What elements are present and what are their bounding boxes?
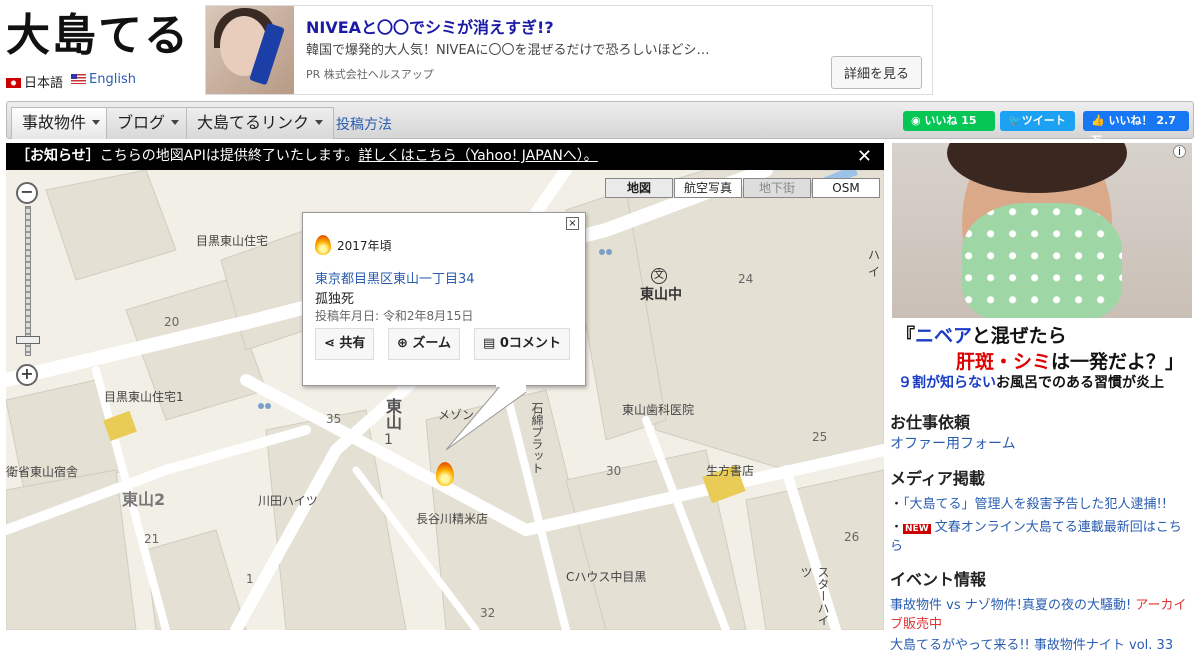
map-type-underground[interactable]: 地下街 — [743, 178, 811, 198]
media-link-bunshun[interactable]: 文春オンライン大島てる連載最新回はこちら — [890, 520, 1182, 554]
map-label: 20 — [164, 315, 180, 329]
map-label: 1 — [384, 432, 393, 448]
map-label: 東山2 — [122, 490, 166, 509]
main-navbar: 事故物件 ブログ 大島てるリンク 投稿方法 ◉ いいね 15 🐦ツイート 👍 い… — [6, 101, 1194, 147]
tweet-button[interactable]: 🐦ツイート — [1000, 111, 1075, 131]
map-label: 25 — [812, 430, 828, 444]
map-label: 文 — [651, 268, 667, 284]
popup-year: 2017年頃 — [337, 238, 392, 253]
map-label: 26 — [844, 530, 860, 544]
popup-comments-button[interactable]: ▤ 0コメント — [474, 328, 570, 360]
map-label: 石綿プラット — [530, 402, 544, 474]
map-label: 東山中 — [640, 287, 682, 303]
map-label: 21 — [144, 532, 160, 546]
japan-flag-icon — [6, 78, 21, 88]
map-label: ハイ — [868, 248, 881, 279]
media-link-arrest[interactable]: 「大島てる」管理人を殺害予告した犯人逮捕!! — [903, 497, 1167, 512]
map-label: 東山歯科医院 — [622, 403, 695, 417]
map-label: 目黒東山住宅1 — [104, 390, 184, 404]
caret-down-icon — [315, 120, 324, 125]
twitter-bird-icon: 🐦 — [1008, 114, 1022, 127]
map-label: 長谷川精米店 — [416, 512, 489, 526]
line-icon: ◉ — [911, 114, 925, 127]
lang-ja[interactable]: 日本語 — [6, 72, 63, 91]
zoom-slider-handle[interactable] — [16, 336, 40, 344]
work-section-title: お仕事依頼 — [890, 413, 971, 432]
thumbs-up-icon: 👍 — [1091, 114, 1109, 127]
ad-info-icon[interactable]: i — [1173, 145, 1186, 158]
map-label: 目黒東山住宅 — [196, 234, 269, 248]
notice-label: ［お知らせ］ — [16, 148, 100, 164]
event-link-1[interactable]: 事故物件 vs ナゾ物件!真夏の夜の大騒動! — [890, 598, 1131, 613]
notice-link[interactable]: 詳しくはこちら（Yahoo! JAPANへ）。 — [358, 148, 597, 164]
incident-popup: × 2017年頃 東京都目黒区東山一丁目34 孤独死 投稿年月日: 令和2年8月… — [302, 212, 586, 386]
map-label: 衛省東山宿舎 — [6, 465, 79, 479]
nav-dropdown-blog[interactable]: ブログ — [106, 107, 191, 139]
popup-pointer — [446, 385, 526, 451]
share-icon: ⋖ — [324, 336, 340, 351]
incident-fire-marker-icon[interactable] — [436, 462, 454, 486]
zoom-in-icon[interactable]: + — [16, 364, 38, 386]
popup-address-link[interactable]: 東京都目黒区東山一丁目34 — [315, 268, 475, 287]
event-section-title: イベント情報 — [890, 570, 987, 589]
event-link-2[interactable]: 大島てるがやって来る!! 事故物件ナイト vol. 33 — [890, 638, 1173, 653]
popup-zoom-button[interactable]: ⊕ ズーム — [388, 328, 461, 360]
map-type-aerial[interactable]: 航空写真 — [674, 178, 742, 198]
nav-dropdown-links[interactable]: 大島てるリンク — [186, 107, 335, 139]
popup-cause: 孤独死 — [315, 292, 355, 307]
notice-text: こちらの地図APIは提供終了いたします。 — [99, 148, 359, 164]
map-label: 川田ハイツ — [258, 494, 318, 508]
caret-down-icon — [171, 120, 180, 125]
notice-close-icon[interactable]: ✕ — [857, 143, 872, 170]
us-flag-icon — [71, 74, 87, 84]
sidebar: i 『ニベアと混ぜたら 肝斑・シミは一発だよ？」 ９割が知らないお風呂でのある習… — [890, 143, 1194, 653]
ad-photo — [892, 143, 1192, 318]
nav-post-method-link[interactable]: 投稿方法 — [336, 114, 392, 134]
map-label: 1 — [246, 572, 254, 586]
language-switcher: 日本語 English — [6, 72, 136, 91]
offer-form-link[interactable]: オファー用フォーム — [890, 436, 1016, 452]
line-like-button[interactable]: ◉ いいね 15 — [903, 111, 995, 131]
new-badge: NEW — [903, 524, 931, 534]
sidebar-ad[interactable]: i 『ニベアと混ぜたら 肝斑・シミは一発だよ？」 ９割が知らないお風呂でのある習… — [890, 143, 1192, 391]
popup-posted-date: 投稿年月日: 令和2年8月15日 — [315, 309, 474, 323]
map-type-osm[interactable]: OSM — [812, 178, 880, 198]
top-ad-banner[interactable]: NIVEAと〇〇でシミが消えすぎ!? 韓国で爆発的大人気！NIVEAに〇〇を混ぜ… — [205, 5, 933, 95]
nav-dropdown-jiko[interactable]: 事故物件 — [11, 107, 112, 139]
ad-image — [206, 6, 294, 94]
map-label: 35 — [326, 412, 342, 426]
lang-en[interactable]: English — [71, 72, 136, 91]
map-label: Cハウス中目黒 — [566, 570, 647, 584]
ad-details-button[interactable]: 詳細を見る — [830, 56, 922, 89]
media-section-title: メディア掲載 — [890, 469, 985, 488]
popup-share-button[interactable]: ⋖ 共有 — [315, 328, 375, 360]
comment-icon: ▤ — [483, 336, 500, 351]
fire-icon — [315, 235, 331, 255]
map-label: スターハイツ — [799, 566, 830, 626]
map-label: 24 — [738, 272, 754, 286]
zoom-out-icon[interactable]: − — [16, 182, 38, 204]
map-label: 生方書店 — [706, 464, 755, 478]
map-type-map[interactable]: 地図 — [605, 178, 673, 198]
map-label: 東山 — [383, 398, 402, 430]
zoom-slider-track[interactable] — [25, 206, 31, 356]
ad-description: 韓国で爆発的大人気！NIVEAに〇〇を混ぜるだけで恐ろしいほどシ… — [306, 43, 710, 58]
magnify-plus-icon: ⊕ — [397, 336, 413, 351]
ad-title[interactable]: NIVEAと〇〇でシミが消えすぎ!? — [306, 14, 554, 38]
map-view[interactable]: 目黒東山住宅 文 東山中 24 20 目黒東山住宅1 東山 1 メゾン 石綿プラ… — [6, 170, 884, 630]
zoom-control: − + — [16, 182, 40, 392]
map-label: 32 — [480, 606, 496, 620]
facebook-like-button[interactable]: 👍 いいね！ 2.7万 — [1083, 111, 1189, 147]
notice-bar: ［お知らせ］こちらの地図APIは提供終了いたします。詳しくはこちら（Yahoo!… — [6, 143, 884, 170]
site-logo[interactable]: 大島てる — [6, 6, 196, 66]
popup-close-icon[interactable]: × — [566, 217, 579, 230]
caret-down-icon — [92, 120, 101, 125]
ad-sponsor: PR 株式会社ヘルスアップ — [306, 68, 434, 81]
logo-text: 大島てる — [6, 10, 190, 61]
map-label: 30 — [606, 464, 622, 478]
